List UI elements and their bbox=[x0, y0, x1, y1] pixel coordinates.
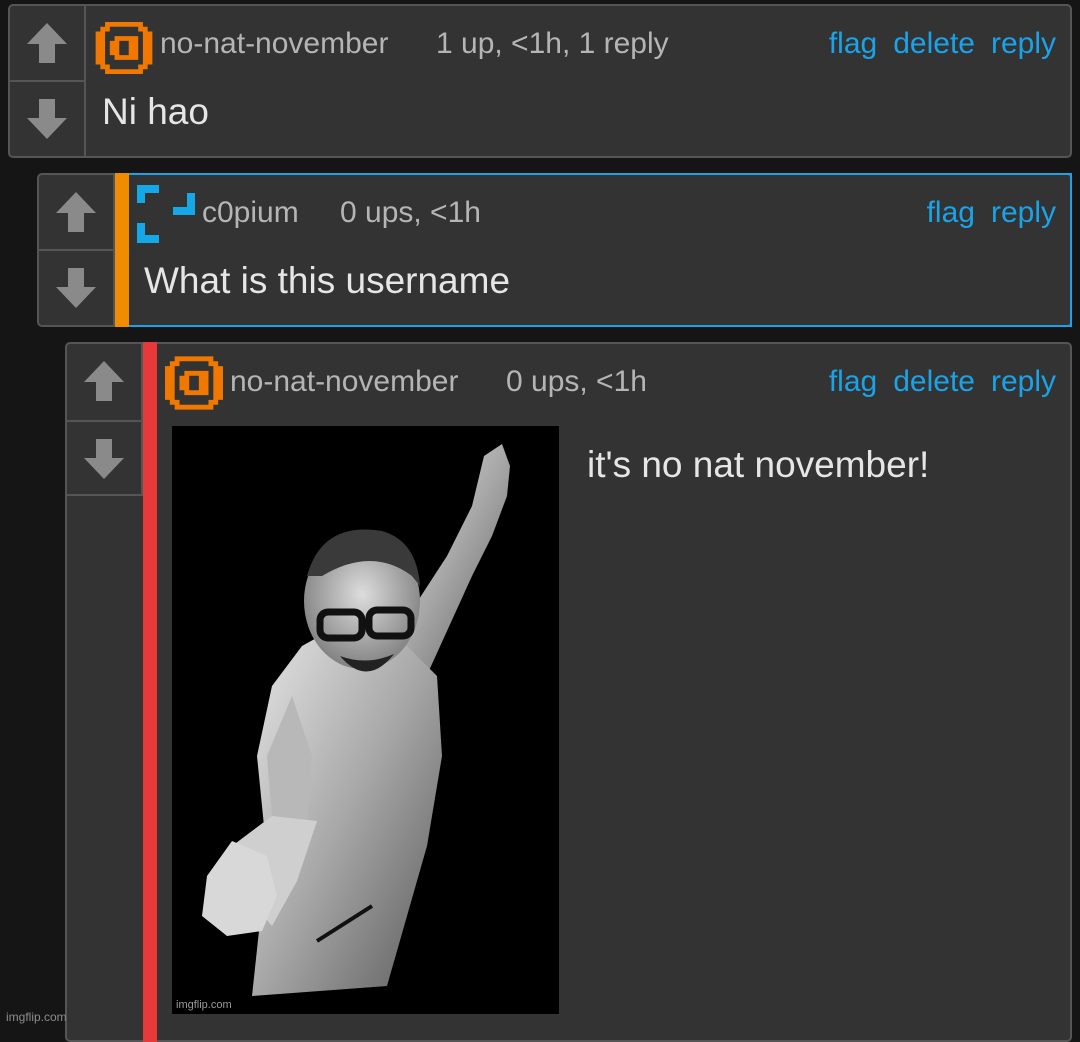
comment-actions: flag delete reply bbox=[829, 365, 1056, 399]
reply-link[interactable]: reply bbox=[991, 365, 1056, 399]
orange-pixel-avatar-icon[interactable] bbox=[95, 22, 153, 74]
comment-username[interactable]: no-nat-november bbox=[230, 365, 458, 399]
arrow-up-icon bbox=[27, 23, 67, 63]
comment-username[interactable]: no-nat-november bbox=[160, 27, 388, 61]
downvote-button[interactable] bbox=[39, 249, 113, 325]
meme-image-icon bbox=[172, 426, 559, 1014]
downvote-button[interactable] bbox=[67, 420, 141, 496]
vote-column bbox=[10, 6, 86, 156]
delete-link[interactable]: delete bbox=[893, 365, 975, 399]
comment-1: no-nat-november 1 up, <1h, 1 reply flag … bbox=[8, 4, 1072, 158]
delete-link[interactable]: delete bbox=[893, 27, 975, 61]
comment-3: no-nat-november 0 ups, <1h flag delete r… bbox=[65, 342, 1072, 1042]
reply-link[interactable]: reply bbox=[991, 196, 1056, 230]
upvote-button[interactable] bbox=[10, 6, 84, 80]
vote-column bbox=[67, 344, 143, 496]
comment-body: What is this username bbox=[144, 260, 511, 301]
comment-meta: 0 ups, <1h bbox=[340, 196, 481, 229]
arrow-down-icon bbox=[27, 99, 67, 139]
downvote-button[interactable] bbox=[10, 80, 84, 156]
comment-meta: 1 up, <1h, 1 reply bbox=[436, 27, 669, 60]
blue-bracket-avatar-icon[interactable] bbox=[137, 185, 195, 243]
flag-link[interactable]: flag bbox=[927, 196, 975, 230]
comment-actions: flag delete reply bbox=[829, 27, 1056, 61]
comment-body: it's no nat november! bbox=[587, 444, 930, 485]
man-with-glasses-reaching-out-photo[interactable]: imgflip.com bbox=[172, 426, 559, 1014]
orange-pixel-avatar-icon[interactable] bbox=[165, 356, 223, 410]
upvote-button[interactable] bbox=[67, 344, 141, 418]
comment-username[interactable]: c0pium bbox=[202, 196, 299, 230]
vote-column bbox=[39, 175, 115, 325]
reply-stripe bbox=[143, 342, 157, 1042]
flag-link[interactable]: flag bbox=[829, 27, 877, 61]
arrow-down-icon bbox=[84, 439, 124, 479]
comment-meta: 0 ups, <1h bbox=[506, 365, 647, 398]
reply-stripe bbox=[115, 173, 129, 327]
arrow-up-icon bbox=[84, 361, 124, 401]
flag-link[interactable]: flag bbox=[829, 365, 877, 399]
comment-2: c0pium 0 ups, <1h flag reply What is thi… bbox=[37, 173, 1072, 327]
upvote-button[interactable] bbox=[39, 175, 113, 249]
arrow-down-icon bbox=[56, 268, 96, 308]
reply-link[interactable]: reply bbox=[991, 27, 1056, 61]
comment-actions: flag reply bbox=[927, 196, 1056, 230]
comment-body: Ni hao bbox=[102, 91, 209, 132]
imgflip-watermark: imgflip.com bbox=[6, 1010, 67, 1024]
arrow-up-icon bbox=[56, 192, 96, 232]
image-watermark: imgflip.com bbox=[176, 999, 232, 1011]
